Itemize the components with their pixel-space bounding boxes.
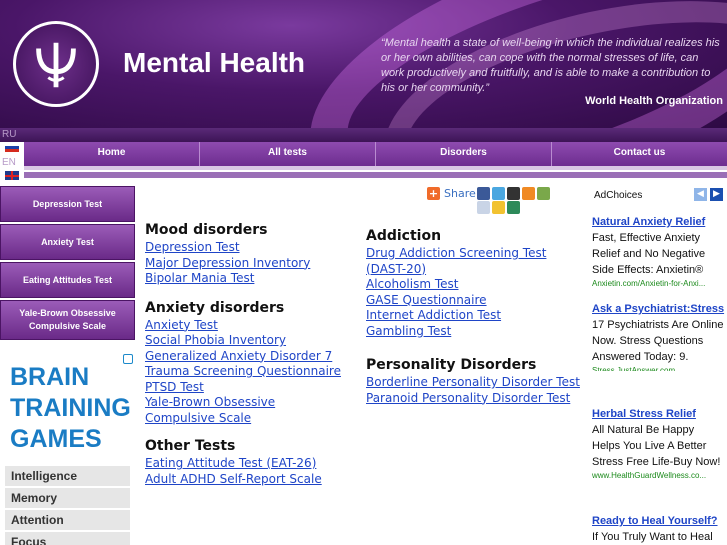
test-link[interactable]: GASE Questionnaire bbox=[366, 293, 586, 309]
ad-title[interactable]: Ask a Psychiatrist:Stress bbox=[592, 301, 725, 317]
section-heading: Mood disorders bbox=[145, 222, 268, 238]
ad-body: If You Truly Want to Heal bbox=[592, 531, 713, 543]
ad-url[interactable]: www.HealthGuardWellness.co... bbox=[592, 470, 725, 482]
brain-ad-item[interactable]: Focus bbox=[5, 532, 130, 545]
share-label[interactable]: Share bbox=[444, 187, 476, 200]
blogger-icon[interactable] bbox=[522, 187, 535, 200]
psi-logo[interactable] bbox=[13, 21, 99, 107]
test-link[interactable]: Drug Addiction Screening Test (DAST-20) bbox=[366, 246, 586, 277]
section-heading: Addiction bbox=[366, 228, 442, 244]
brain-training-ad[interactable]: BRAIN TRAINING GAMES Intelligence Memory… bbox=[0, 348, 137, 545]
section-heading: Personality Disorders bbox=[366, 357, 537, 373]
uk-flag-icon[interactable] bbox=[5, 171, 19, 180]
test-list-left: Mood disorders Depression Test Major Dep… bbox=[145, 222, 345, 487]
psi-icon bbox=[36, 42, 76, 88]
left-menu-eating-attitudes-test[interactable]: Eating Attitudes Test bbox=[0, 262, 135, 298]
text-ad[interactable]: Herbal Stress Relief All Natural Be Happ… bbox=[592, 406, 725, 496]
text-ad[interactable]: Ask a Psychiatrist:Stress 17 Psychiatris… bbox=[592, 301, 725, 402]
brain-ad-item[interactable]: Attention bbox=[5, 510, 130, 530]
test-link[interactable]: Major Depression Inventory bbox=[145, 256, 345, 272]
text-ad[interactable]: Natural Anxiety Relief Fast, Effective A… bbox=[592, 214, 725, 289]
ad-title[interactable]: Ready to Heal Yourself? bbox=[592, 513, 725, 529]
test-link[interactable]: Yale-Brown Obsessive Compulsive Scale bbox=[145, 395, 345, 426]
print-icon[interactable] bbox=[507, 201, 520, 214]
share-plus-icon[interactable]: + bbox=[427, 187, 440, 200]
lang-ru-label[interactable]: RU bbox=[2, 128, 24, 142]
share-widget[interactable]: + Share bbox=[427, 187, 476, 200]
section-heading: Other Tests bbox=[145, 438, 236, 454]
site-title[interactable]: Mental Health bbox=[123, 47, 305, 79]
section-heading: Anxiety disorders bbox=[145, 299, 285, 316]
test-list-right: Addiction Drug Addiction Screening Test … bbox=[366, 228, 586, 406]
quote-source: World Health Organization bbox=[585, 95, 723, 107]
ad-url[interactable]: Anxietin.com/Anxietin-for-Anxi... bbox=[592, 278, 725, 289]
test-link[interactable]: Anxiety Test bbox=[145, 318, 345, 334]
nav-top-strip bbox=[0, 128, 727, 142]
test-link[interactable]: Alcoholism Test bbox=[366, 277, 586, 293]
favorite-star-icon[interactable] bbox=[492, 201, 505, 214]
left-menu-anxiety-test[interactable]: Anxiety Test bbox=[0, 224, 135, 260]
nav-divider bbox=[24, 166, 727, 170]
brain-ad-item[interactable]: Memory bbox=[5, 488, 130, 508]
nav-all-tests[interactable]: All tests bbox=[200, 142, 376, 166]
main-nav: Home All tests Disorders Contact us bbox=[24, 142, 727, 166]
test-link[interactable]: Borderline Personality Disorder Test bbox=[366, 375, 586, 391]
ad-prev-button[interactable]: ◀ bbox=[694, 188, 707, 201]
sponsored-ads: AdChoices ◀ ▶ Natural Anxiety Relief Fas… bbox=[587, 187, 727, 543]
who-quote: “Mental health a state of well-being in … bbox=[381, 37, 720, 94]
ad-title[interactable]: Herbal Stress Relief bbox=[592, 406, 725, 422]
nav-divider bbox=[24, 172, 727, 178]
test-link[interactable]: Adult ADHD Self-Report Scale bbox=[145, 472, 345, 488]
share-service-icon[interactable] bbox=[537, 187, 550, 200]
twitter-icon[interactable] bbox=[492, 187, 505, 200]
brain-ad-title[interactable]: BRAIN TRAINING GAMES bbox=[10, 362, 131, 455]
myspace-icon[interactable] bbox=[507, 187, 520, 200]
test-link[interactable]: Bipolar Mania Test bbox=[145, 271, 345, 287]
language-switcher: RU EN bbox=[2, 128, 24, 184]
left-menu: Depression Test Anxiety Test Eating Atti… bbox=[0, 186, 137, 342]
test-link[interactable]: Social Phobia Inventory bbox=[145, 333, 345, 349]
test-link[interactable]: Generalized Anxiety Disorder 7 bbox=[145, 349, 345, 365]
ad-body: 17 Psychiatrists Are Online Now. Stress … bbox=[592, 319, 724, 363]
test-link[interactable]: Paranoid Personality Disorder Test bbox=[366, 391, 586, 407]
test-link[interactable]: Eating Attitude Test (EAT-26) bbox=[145, 456, 345, 472]
adchoices-bar: AdChoices ◀ ▶ bbox=[587, 187, 727, 205]
russia-flag-icon[interactable] bbox=[5, 143, 19, 152]
site-header: Mental Health “Mental health a state of … bbox=[0, 0, 727, 128]
facebook-icon[interactable] bbox=[477, 187, 490, 200]
left-menu-depression-test[interactable]: Depression Test bbox=[0, 186, 135, 222]
brain-ad-item[interactable]: Intelligence bbox=[5, 466, 130, 486]
text-ad[interactable]: Ready to Heal Yourself? If You Truly Wan… bbox=[592, 513, 725, 545]
ad-title[interactable]: Natural Anxiety Relief bbox=[592, 214, 725, 230]
social-icons-row bbox=[477, 201, 522, 214]
social-icons-row bbox=[477, 187, 552, 200]
nav-contact-us[interactable]: Contact us bbox=[552, 142, 727, 166]
test-link[interactable]: Gambling Test bbox=[366, 324, 586, 340]
test-link[interactable]: Depression Test bbox=[145, 240, 345, 256]
ad-body: Fast, Effective Anxiety Relief and No Ne… bbox=[592, 232, 706, 276]
brain-ad-list: Intelligence Memory Attention Focus bbox=[5, 466, 130, 545]
test-link[interactable]: Internet Addiction Test bbox=[366, 308, 586, 324]
lang-en-label[interactable]: EN bbox=[2, 156, 24, 170]
ad-body: All Natural Be Happy Helps You Live A Be… bbox=[592, 424, 721, 468]
left-menu-ybocs[interactable]: Yale-Brown Obsessive Compulsive Scale bbox=[0, 300, 135, 340]
nav-home[interactable]: Home bbox=[24, 142, 200, 166]
test-link[interactable]: PTSD Test bbox=[145, 380, 345, 396]
ad-url[interactable]: Stress.JustAnswer.com bbox=[592, 365, 725, 371]
adchoices-label[interactable]: AdChoices bbox=[594, 190, 642, 201]
test-link[interactable]: Trauma Screening Questionnaire bbox=[145, 364, 345, 380]
ad-next-button[interactable]: ▶ bbox=[710, 188, 723, 201]
email-icon[interactable] bbox=[477, 201, 490, 214]
nav-disorders[interactable]: Disorders bbox=[376, 142, 552, 166]
